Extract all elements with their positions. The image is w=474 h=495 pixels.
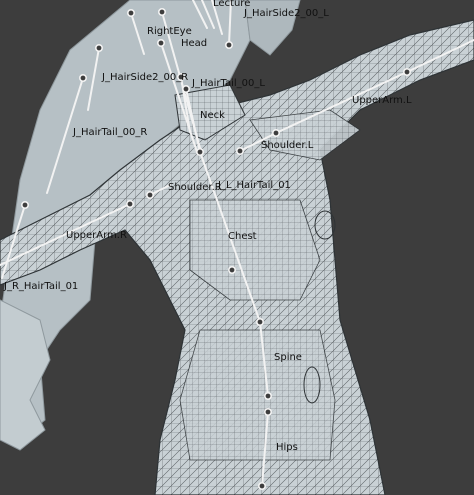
joint[interactable]: [20, 201, 29, 210]
joint[interactable]: [263, 391, 272, 400]
joint[interactable]: [126, 200, 135, 209]
label-shoulder-r: Shoulder.R: [168, 182, 222, 193]
label-chest: Chest: [228, 231, 257, 242]
label-shoulder-l: Shoulder.L: [261, 140, 314, 151]
joint[interactable]: [196, 148, 205, 157]
joint[interactable]: [146, 191, 155, 200]
joint[interactable]: [257, 481, 266, 490]
label-hips: Hips: [276, 442, 298, 453]
joint[interactable]: [95, 43, 104, 52]
label-spine: Spine: [274, 352, 302, 363]
label-righteye: RightEye: [147, 26, 192, 37]
joint[interactable]: [402, 68, 411, 77]
label-hairtail-r: J_HairTail_00_R: [72, 127, 147, 138]
chest-mesh: [189, 199, 321, 301]
joint[interactable]: [158, 8, 167, 17]
waist-mesh: [179, 329, 336, 461]
joint[interactable]: [225, 40, 234, 49]
joint[interactable]: [79, 74, 88, 83]
label-l-hairtail-01: J_L_HairTail_01: [217, 180, 291, 191]
label-hairtail-l: J_HairTail_00_L: [191, 78, 265, 89]
label-hairside2-r: J_HairSide2_00_R: [101, 72, 188, 83]
label-r-hairtail-01: J_R_HairTail_01: [3, 281, 78, 292]
joint[interactable]: [228, 265, 237, 274]
label-hairside2-l: J_HairSide2_00_L: [243, 8, 329, 19]
label-neck: Neck: [200, 110, 225, 121]
joint[interactable]: [182, 85, 191, 94]
joint[interactable]: [255, 317, 264, 326]
joint[interactable]: [127, 9, 136, 18]
label-head: Head: [181, 38, 207, 49]
joint[interactable]: [157, 38, 166, 47]
joint[interactable]: [236, 147, 245, 156]
joint[interactable]: [263, 407, 272, 416]
label-upperarm-l: UpperArm.L: [352, 95, 412, 106]
viewport-canvas[interactable]: Lecture J_HairSide2_00_L RightEye Head J…: [0, 0, 474, 495]
joint[interactable]: [271, 129, 280, 138]
3d-viewport[interactable]: Lecture J_HairSide2_00_L RightEye Head J…: [0, 0, 474, 495]
label-upperarm-r: UpperArm.R: [66, 230, 127, 241]
